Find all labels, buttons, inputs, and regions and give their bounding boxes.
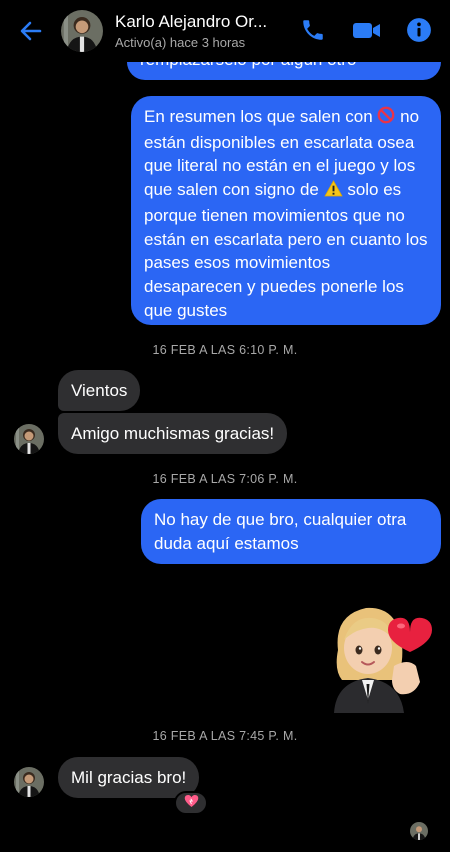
message-incoming[interactable]: Mil gracias bro! [58, 757, 200, 798]
prohibited-icon [377, 106, 395, 131]
timestamp: 16 FEB A LAS 6:10 P. M. [152, 343, 298, 357]
message-thread: remplazarselo por algún otro En resumen … [0, 0, 450, 852]
message-text: Vientos [71, 381, 128, 400]
phone-icon[interactable] [300, 17, 328, 45]
message-text: Mil gracias bro! [71, 768, 187, 787]
message-text: En resumen los que salen con [144, 107, 378, 126]
active-status: Activo(a) hace 3 horas [115, 35, 246, 50]
avatar-sticker[interactable] [328, 600, 434, 713]
contact-name[interactable]: Karlo Alejandro Or... [115, 12, 290, 32]
chat-header: Karlo Alejandro Or... Activo(a) hace 3 h… [0, 0, 450, 62]
reaction-badge[interactable] [174, 791, 208, 815]
message-text: No hay de que bro, cualquier otra duda a… [154, 510, 407, 553]
message-text: Amigo muchismas gracias! [71, 424, 275, 443]
timestamp: 16 FEB A LAS 7:45 P. M. [152, 729, 298, 743]
contact-avatar[interactable] [61, 10, 103, 52]
message-incoming[interactable]: Amigo muchismas gracias! [58, 413, 288, 454]
info-icon[interactable] [406, 17, 434, 45]
message-outgoing[interactable]: No hay de que bro, cualquier otra duda a… [141, 499, 441, 564]
message-outgoing[interactable]: En resumen los que salen con no están di… [131, 96, 441, 325]
message-incoming[interactable]: Vientos [58, 370, 141, 411]
timestamp: 16 FEB A LAS 7:06 P. M. [152, 472, 298, 486]
contact-avatar[interactable] [14, 767, 44, 797]
seen-avatar [410, 822, 428, 840]
warning-icon [323, 180, 343, 204]
video-camera-icon[interactable] [352, 17, 382, 45]
contact-avatar[interactable] [14, 424, 44, 454]
sparkling-heart-icon [184, 794, 199, 813]
message-text: solo es porque tienen movimientos que no… [144, 180, 428, 320]
back-arrow-icon[interactable] [18, 18, 44, 44]
